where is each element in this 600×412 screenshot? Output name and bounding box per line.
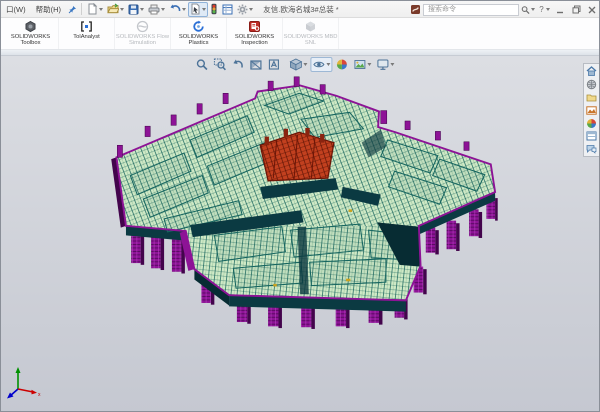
dropdown-arrow-icon xyxy=(182,8,186,11)
ribbon-addins-tab: SOLIDWORKS Toolbox TolAnalyst SOLIDWORKS… xyxy=(1,18,600,50)
dropdown-arrow-icon xyxy=(390,63,394,66)
hide-show-items-button[interactable] xyxy=(310,57,332,72)
help-button[interactable]: ? xyxy=(537,3,551,16)
mbd-snl-icon xyxy=(304,20,317,33)
dropdown-arrow-icon xyxy=(161,8,165,11)
select-button[interactable] xyxy=(188,2,208,17)
dropdown-arrow-icon xyxy=(120,8,124,11)
dropdown-arrow-icon xyxy=(303,63,307,66)
menu-help-label: 帮助(H) xyxy=(36,4,61,15)
minimize-button[interactable] xyxy=(553,3,567,16)
addin-solidworks-toolbox[interactable]: SOLIDWORKS Toolbox xyxy=(3,18,59,49)
dropdown-arrow-icon xyxy=(367,63,371,66)
addin-label: SOLIDWORKS Toolbox xyxy=(3,34,58,46)
flow-simulation-icon xyxy=(136,20,149,33)
design-library-tab[interactable] xyxy=(584,78,599,90)
search-commands-box xyxy=(423,4,519,16)
coordinate-triad: x xyxy=(5,365,45,399)
menu-help[interactable]: 帮助(H) xyxy=(31,1,66,17)
custom-properties-tab[interactable] xyxy=(584,130,599,142)
addin-inspection[interactable]: SOLIDWORKS Inspection xyxy=(227,18,283,49)
addin-label: SOLIDWORKS Flow Simulation xyxy=(115,34,170,46)
edit-appearance-button[interactable] xyxy=(333,57,350,72)
document-title: 友信.欧海名城3#总装 * xyxy=(263,1,338,18)
view-palette-tab[interactable] xyxy=(584,104,599,116)
apply-scene-button[interactable] xyxy=(351,57,373,72)
addin-label: SOLIDWORKS MBD SNL xyxy=(283,34,338,46)
addin-label: TolAnalyst xyxy=(73,34,99,40)
solidworks-window: 口(W) 帮助(H) xyxy=(0,0,600,412)
dropdown-arrow-icon xyxy=(99,8,103,11)
addin-label: SOLIDWORKS Inspection xyxy=(227,34,282,46)
appearances-scenes-tab[interactable] xyxy=(584,117,599,129)
view-settings-button[interactable] xyxy=(374,57,396,72)
dropdown-arrow-icon xyxy=(202,8,206,11)
triad-x-label: x xyxy=(38,392,41,398)
solidworks-resources-tab[interactable] xyxy=(584,65,599,77)
file-explorer-tab[interactable] xyxy=(584,91,599,103)
model-3d-view[interactable] xyxy=(1,56,600,412)
file-properties-button[interactable] xyxy=(220,2,235,17)
dropdown-arrow-icon xyxy=(531,8,535,11)
addin-plastics[interactable]: SOLIDWORKS Plastics xyxy=(171,18,227,49)
addin-tolanalyst[interactable]: TolAnalyst xyxy=(59,18,115,49)
previous-view-button[interactable] xyxy=(229,57,246,72)
addin-mbd-snl[interactable]: SOLIDWORKS MBD SNL xyxy=(283,18,339,49)
dropdown-arrow-icon xyxy=(140,8,144,11)
addin-flow-simulation[interactable]: SOLIDWORKS Flow Simulation xyxy=(115,18,171,49)
title-bar: 口(W) 帮助(H) xyxy=(1,1,600,18)
toolbar-separator xyxy=(81,3,82,15)
menu-window[interactable]: 口(W) xyxy=(1,1,31,17)
undo-button[interactable] xyxy=(167,2,188,17)
options-button[interactable] xyxy=(235,2,255,17)
dropdown-arrow-icon xyxy=(326,63,330,66)
close-button[interactable] xyxy=(585,3,599,16)
solidworks-forum-tab[interactable] xyxy=(584,143,599,155)
toolbox-icon xyxy=(24,20,37,33)
plastics-icon xyxy=(192,20,205,33)
menu-window-label: 口(W) xyxy=(6,4,26,15)
open-button[interactable] xyxy=(105,2,126,17)
save-button[interactable] xyxy=(126,2,146,17)
help-label: ? xyxy=(538,5,544,14)
new-button[interactable] xyxy=(85,2,105,17)
graphics-viewport[interactable]: x xyxy=(1,56,600,412)
dropdown-arrow-icon xyxy=(249,8,253,11)
dropdown-arrow-icon xyxy=(546,8,550,11)
tolanalyst-icon xyxy=(80,20,93,33)
section-view-button[interactable] xyxy=(247,57,264,72)
search-logo-icon xyxy=(410,4,421,15)
task-pane-tabs xyxy=(583,63,600,157)
search-commands-input[interactable] xyxy=(426,5,496,14)
restore-button[interactable] xyxy=(569,3,583,16)
zoom-to-area-button[interactable] xyxy=(211,57,228,72)
view-orientation-button[interactable] xyxy=(287,57,309,72)
pin-menu-icon[interactable] xyxy=(66,3,78,15)
addin-label: SOLIDWORKS Plastics xyxy=(171,34,226,46)
search-button[interactable] xyxy=(521,3,535,16)
rebuild-button[interactable] xyxy=(208,2,220,17)
zoom-to-fit-button[interactable] xyxy=(193,57,210,72)
dynamic-annotation-views-button[interactable] xyxy=(265,57,282,72)
headsup-view-toolbar xyxy=(193,57,396,72)
print-button[interactable] xyxy=(146,2,167,17)
inspection-icon xyxy=(248,20,261,33)
